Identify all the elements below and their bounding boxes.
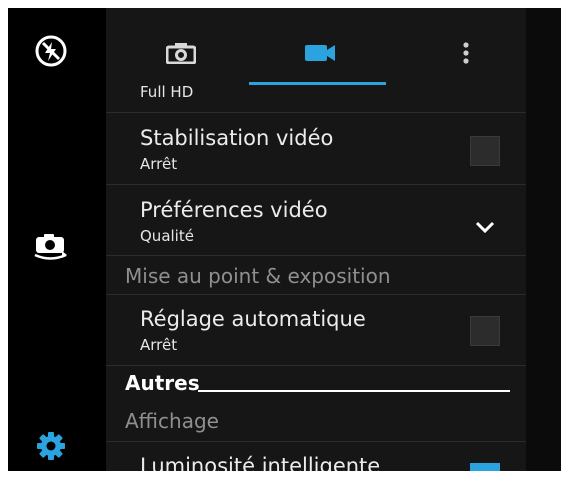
viewfinder-edge <box>526 8 561 471</box>
setting-title: Luminosité intelligente <box>140 454 381 471</box>
setting-video-preferences[interactable]: Préférences vidéo Qualité <box>106 185 526 255</box>
left-control-rail <box>8 8 106 471</box>
setting-auto-adjust[interactable]: Réglage automatique Arrêt <box>106 295 526 365</box>
section-header-others: Autres <box>125 371 200 395</box>
setting-value: Arrêt <box>140 336 178 354</box>
tab-camera[interactable] <box>161 38 201 68</box>
flash-off-icon[interactable] <box>32 32 70 70</box>
chevron-down-icon[interactable] <box>475 221 495 233</box>
settings-tabs <box>106 8 526 86</box>
camera-screen: Full HD Stabilisation vidéo Arrêt Préfér… <box>8 8 561 471</box>
divider <box>106 365 526 366</box>
section-underline <box>198 390 510 392</box>
section-header-focus: Mise au point & exposition <box>125 264 391 288</box>
section-header-display: Affichage <box>125 409 219 433</box>
smart-brightness-checkbox[interactable] <box>470 463 500 471</box>
setting-value: Arrêt <box>140 155 178 173</box>
setting-smart-brightness[interactable]: Luminosité intelligente <box>106 442 526 471</box>
setting-title: Préférences vidéo <box>140 198 328 222</box>
setting-title: Réglage automatique <box>140 307 366 331</box>
active-tab-indicator <box>249 82 386 85</box>
setting-stabilization[interactable]: Stabilisation vidéo Arrêt <box>106 113 526 184</box>
more-vertical-icon <box>463 42 469 64</box>
settings-panel: Full HD Stabilisation vidéo Arrêt Préfér… <box>106 8 526 471</box>
setting-title: Stabilisation vidéo <box>140 126 334 150</box>
setting-value: Qualité <box>140 227 194 245</box>
video-size-value: Full HD <box>140 83 194 101</box>
gear-icon[interactable] <box>32 427 70 465</box>
video-camera-icon <box>305 45 335 61</box>
divider <box>106 255 526 256</box>
camera-icon <box>166 43 196 64</box>
switch-camera-icon[interactable] <box>32 227 70 265</box>
stabilization-checkbox[interactable] <box>470 136 500 166</box>
tab-video[interactable] <box>300 38 340 68</box>
auto-adjust-checkbox[interactable] <box>470 316 500 346</box>
tab-more[interactable] <box>454 38 478 68</box>
